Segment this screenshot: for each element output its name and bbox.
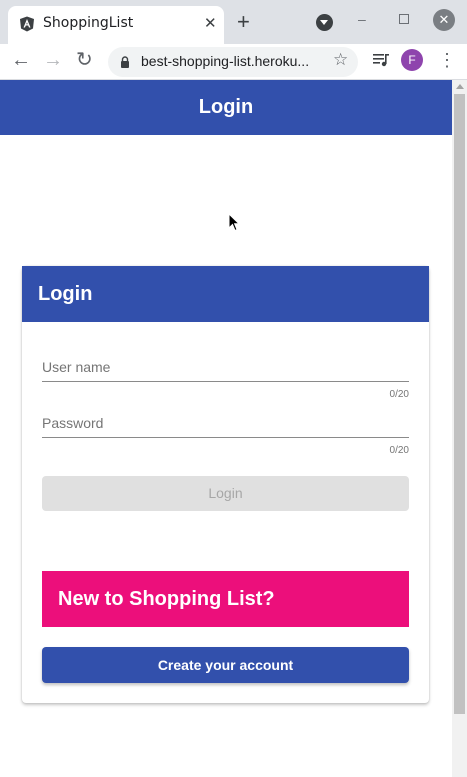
scrollbar-thumb[interactable] [454, 94, 465, 714]
address-bar[interactable]: best-shopping-list.heroku... ☆ [108, 47, 358, 77]
password-label: Password [42, 415, 104, 431]
url-text[interactable]: best-shopping-list.heroku... [141, 53, 309, 69]
scroll-up-arrow-icon[interactable] [456, 84, 464, 89]
angular-favicon [20, 16, 34, 32]
password-counter: 0/20 [389, 445, 409, 456]
page-scrollbar[interactable] [452, 80, 467, 777]
kebab-menu-icon[interactable]: ⋮ [438, 48, 456, 72]
window-close-icon[interactable]: ✕ [433, 9, 455, 31]
username-counter: 0/20 [389, 389, 409, 400]
password-underline [42, 437, 409, 438]
browser-tab-bar: ShoppingList ✕ + – ✕ [0, 0, 467, 44]
minimize-icon[interactable]: – [358, 11, 370, 27]
username-underline [42, 381, 409, 382]
create-account-button[interactable]: Create your account [42, 647, 409, 683]
tab-title: ShoppingList [43, 15, 134, 31]
browser-tab[interactable]: ShoppingList ✕ [8, 6, 224, 44]
star-icon[interactable]: ☆ [333, 50, 348, 70]
plus-icon[interactable]: + [237, 11, 250, 33]
login-card: Login User name 0/20 Password 0/20 Login… [22, 266, 429, 703]
username-label: User name [42, 359, 111, 375]
login-card-header: Login [22, 266, 429, 322]
lock-icon [121, 56, 129, 68]
page-viewport: Login Login User name 0/20 Password 0/20… [0, 80, 452, 777]
browser-toolbar: ← → ↻ best-shopping-list.heroku... ☆ F ⋮ [0, 44, 467, 80]
signup-promo-banner: New to Shopping List? [42, 571, 409, 627]
media-control-icon[interactable] [372, 52, 390, 68]
reload-icon[interactable]: ↻ [76, 49, 93, 71]
login-button[interactable]: Login [42, 476, 409, 511]
avatar[interactable]: F [401, 49, 423, 71]
tab-search-icon[interactable] [316, 14, 333, 31]
forward-arrow-icon[interactable]: → [43, 49, 63, 71]
maximize-icon[interactable] [399, 14, 409, 24]
mouse-cursor [228, 213, 240, 232]
back-arrow-icon[interactable]: ← [11, 49, 31, 71]
close-icon[interactable]: ✕ [204, 14, 217, 32]
app-toolbar-title: Login [0, 80, 452, 135]
